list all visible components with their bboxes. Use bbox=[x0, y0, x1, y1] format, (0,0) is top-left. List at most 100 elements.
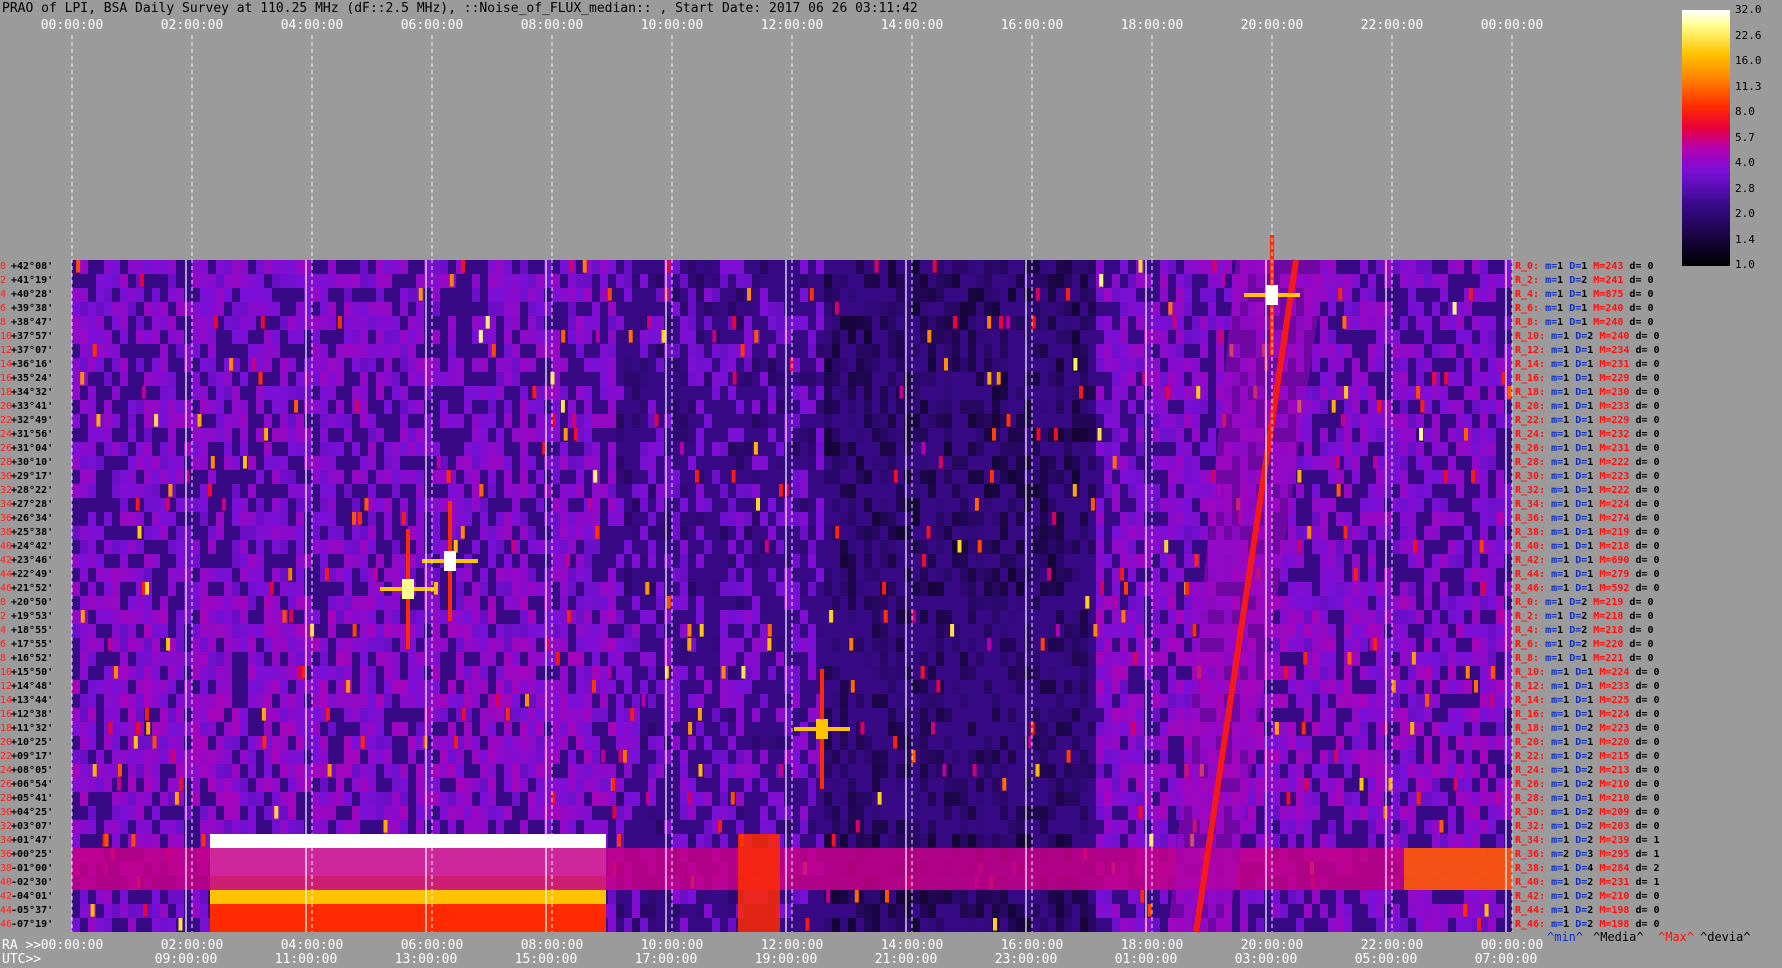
heatmap-cell bbox=[664, 750, 672, 764]
heatmap-cell bbox=[296, 694, 304, 708]
heatmap-cell bbox=[480, 624, 488, 638]
heatmap-cell bbox=[976, 596, 984, 610]
heatmap-cell bbox=[1200, 386, 1208, 400]
heatmap-cell bbox=[880, 456, 888, 470]
heatmap-cell bbox=[632, 624, 640, 638]
heatmap-cell bbox=[1128, 568, 1136, 582]
heatmap-cell bbox=[1048, 806, 1056, 820]
heatmap-cell bbox=[768, 736, 776, 750]
heatmap-cell bbox=[744, 568, 752, 582]
heatmap-cell bbox=[856, 344, 864, 358]
heatmap-cell bbox=[584, 386, 592, 400]
heatmap-cell bbox=[400, 470, 408, 484]
heatmap-cell bbox=[136, 400, 144, 414]
heatmap-cell bbox=[1296, 554, 1304, 568]
heatmap-cell bbox=[1064, 484, 1072, 498]
heatmap-cell bbox=[88, 722, 96, 736]
heatmap-cell bbox=[544, 484, 552, 498]
heatmap-cell bbox=[1152, 680, 1160, 694]
heatmap-cell bbox=[128, 806, 136, 820]
heatmap-cell bbox=[144, 260, 152, 274]
heatmap-cell bbox=[432, 568, 440, 582]
heatmap-cell bbox=[552, 540, 560, 554]
heatmap-cell bbox=[1056, 512, 1064, 526]
heatmap-cell bbox=[1408, 792, 1416, 806]
heatmap-cell bbox=[432, 694, 440, 708]
heatmap-cell bbox=[1136, 470, 1144, 484]
heatmap-cell bbox=[112, 358, 120, 372]
heatmap-cell bbox=[992, 792, 1000, 806]
heatmap-cell bbox=[1496, 806, 1504, 820]
heatmap-cell bbox=[912, 680, 920, 694]
heatmap-cell bbox=[1192, 610, 1200, 624]
heatmap-cell bbox=[640, 274, 648, 288]
heatmap-cell bbox=[752, 666, 760, 680]
heatmap-cell bbox=[232, 764, 240, 778]
heatmap-cell bbox=[1344, 694, 1352, 708]
heatmap-cell bbox=[176, 456, 184, 470]
heatmap-cell bbox=[144, 400, 152, 414]
heatmap-cell bbox=[1352, 792, 1360, 806]
heatmap-cell bbox=[1056, 540, 1064, 554]
heatmap-cell bbox=[480, 526, 488, 540]
heatmap-cell bbox=[584, 330, 592, 344]
heatmap-cell bbox=[1336, 274, 1344, 288]
heatmap-cell bbox=[1448, 344, 1456, 358]
heatmap-cell bbox=[472, 610, 480, 624]
heatmap-cell bbox=[360, 358, 368, 372]
heatmap-cell bbox=[912, 652, 920, 666]
heatmap-cell bbox=[384, 344, 392, 358]
heatmap-cell bbox=[848, 414, 856, 428]
heatmap-cell bbox=[248, 680, 256, 694]
heatmap-cell bbox=[1048, 582, 1056, 596]
heatmap-cell bbox=[200, 582, 208, 596]
heatmap-cell bbox=[1400, 540, 1408, 554]
heatmap-cell bbox=[264, 526, 272, 540]
heatmap-cell bbox=[824, 764, 832, 778]
heatmap-cell bbox=[776, 820, 784, 834]
heatmap-cell bbox=[1000, 624, 1008, 638]
heatmap-cell bbox=[464, 806, 472, 820]
heatmap-cell bbox=[624, 582, 632, 596]
heatmap-cell bbox=[1480, 778, 1488, 792]
heatmap-cell bbox=[1160, 792, 1168, 806]
heatmap-cell bbox=[1160, 820, 1168, 834]
heatmap-cell bbox=[224, 694, 232, 708]
heatmap-cell bbox=[888, 638, 896, 652]
heatmap-cell bbox=[240, 568, 248, 582]
heatmap-cell bbox=[224, 568, 232, 582]
heatmap-cell bbox=[736, 806, 744, 820]
heatmap-cell bbox=[864, 540, 872, 554]
heatmap-cell bbox=[216, 568, 224, 582]
heatmap-cell bbox=[1120, 694, 1128, 708]
heatmap-cell bbox=[1488, 274, 1496, 288]
heatmap-cell bbox=[880, 470, 888, 484]
heatmap-cell bbox=[696, 694, 704, 708]
heatmap-cell bbox=[1360, 610, 1368, 624]
heatmap-cell bbox=[936, 582, 944, 596]
heatmap-cell bbox=[656, 764, 664, 778]
heatmap-cell bbox=[416, 736, 424, 750]
heatmap-cell bbox=[536, 470, 544, 484]
heatmap-cell bbox=[952, 484, 960, 498]
heatmap-cell bbox=[624, 806, 632, 820]
heatmap-cell bbox=[1056, 358, 1064, 372]
heatmap-cell bbox=[416, 274, 424, 288]
heatmap-cell bbox=[704, 372, 712, 386]
heatmap-cell bbox=[1072, 400, 1080, 414]
heatmap-cell bbox=[520, 400, 528, 414]
heatmap-cell bbox=[1328, 778, 1336, 792]
heatmap-cell bbox=[336, 400, 344, 414]
heatmap-cell bbox=[1040, 834, 1048, 848]
heatmap-cell bbox=[208, 708, 216, 722]
heatmap-cell bbox=[1096, 400, 1104, 414]
heatmap-cell bbox=[920, 736, 928, 750]
heatmap-cell bbox=[392, 260, 400, 274]
heatmap-cell bbox=[192, 442, 200, 456]
heatmap-cell bbox=[568, 750, 576, 764]
heatmap-cell bbox=[1080, 288, 1088, 302]
heatmap-cell bbox=[1192, 428, 1200, 442]
heatmap-cell bbox=[712, 302, 720, 316]
heatmap-cell bbox=[1464, 624, 1472, 638]
heatmap-cell bbox=[848, 540, 856, 554]
